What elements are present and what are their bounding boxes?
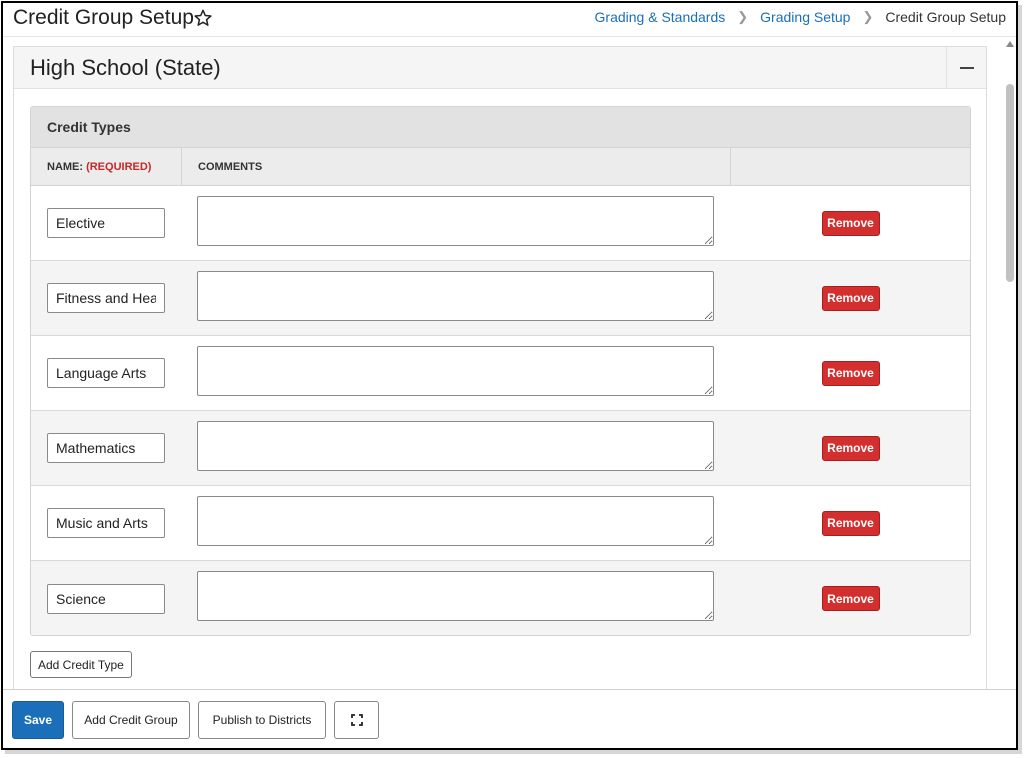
comments-cell — [182, 345, 731, 401]
credit-type-comments-input[interactable] — [197, 420, 714, 471]
chevron-right-icon: ❯ — [862, 9, 874, 24]
name-cell — [31, 283, 182, 313]
table-row: Remove — [31, 411, 970, 486]
remove-button[interactable]: Remove — [821, 360, 880, 386]
comments-cell — [182, 571, 731, 626]
page-header: Credit Group Setup Grading & Standards ❯… — [3, 3, 1016, 37]
table-row: Remove — [31, 186, 970, 261]
name-cell — [31, 508, 182, 538]
credit-type-comments-input[interactable] — [197, 195, 714, 246]
action-cell: Remove — [731, 586, 970, 611]
required-label: (REQUIRED) — [86, 160, 152, 173]
scroll-up-arrow-icon[interactable] — [1006, 41, 1014, 47]
action-bar: Save Add Credit Group Publish to Distric… — [3, 689, 1016, 748]
app-window: Credit Group Setup Grading & Standards ❯… — [1, 1, 1018, 750]
action-cell: Remove — [731, 435, 970, 461]
action-cell: Remove — [731, 360, 970, 386]
expand-icon — [350, 714, 363, 726]
page-title: Credit Group Setup — [13, 6, 194, 29]
table-row: Remove — [31, 486, 970, 561]
remove-button[interactable]: Remove — [821, 586, 880, 611]
name-cell — [31, 358, 182, 388]
panel-title: High School (State) — [30, 55, 221, 80]
vertical-scrollbar[interactable] — [1004, 38, 1016, 689]
add-credit-type-button[interactable]: Add Credit Type — [30, 651, 132, 678]
save-button[interactable]: Save — [12, 701, 64, 739]
minus-icon — [959, 67, 974, 69]
column-headers: NAME: (REQUIRED) COMMENTS — [31, 148, 970, 186]
comments-cell — [182, 270, 731, 326]
fullscreen-button[interactable] — [334, 701, 379, 739]
name-cell — [31, 583, 182, 614]
column-header-name: NAME: (REQUIRED) — [31, 148, 182, 185]
credit-types-heading: Credit Types — [31, 107, 970, 148]
credit-type-name-input[interactable] — [47, 358, 165, 388]
credit-type-comments-input[interactable] — [197, 495, 714, 546]
remove-button[interactable]: Remove — [821, 285, 880, 311]
comments-cell — [182, 420, 731, 476]
comments-cell — [182, 495, 731, 551]
credit-type-name-input[interactable] — [47, 508, 165, 538]
breadcrumb-grading-standards[interactable]: Grading & Standards — [595, 9, 726, 25]
table-row: Remove — [31, 336, 970, 411]
collapse-button[interactable] — [946, 47, 986, 89]
column-header-actions — [731, 148, 970, 185]
scrollbar-thumb[interactable] — [1006, 84, 1014, 282]
action-cell: Remove — [731, 510, 970, 536]
breadcrumb: Grading & Standards ❯ Grading Setup ❯ Cr… — [595, 9, 1006, 25]
action-cell: Remove — [731, 285, 970, 311]
remove-button[interactable]: Remove — [821, 510, 880, 536]
credit-types-table: Credit Types NAME: (REQUIRED) COMMENTS R… — [30, 106, 971, 636]
name-cell — [31, 208, 182, 238]
credit-type-name-input[interactable] — [47, 208, 165, 238]
table-row: Remove — [31, 561, 970, 635]
column-header-comments: COMMENTS — [182, 148, 731, 185]
credit-type-name-input[interactable] — [47, 283, 165, 313]
credit-group-panel: High School (State) Credit Types NAME: (… — [13, 46, 987, 706]
credit-type-comments-input[interactable] — [197, 345, 714, 396]
favorite-star-icon[interactable] — [193, 8, 213, 28]
table-row: Remove — [31, 261, 970, 336]
credit-type-name-input[interactable] — [47, 583, 165, 614]
remove-button[interactable]: Remove — [821, 435, 880, 461]
chevron-right-icon: ❯ — [737, 9, 749, 24]
publish-to-districts-button[interactable]: Publish to Districts — [198, 701, 326, 739]
action-cell: Remove — [731, 210, 970, 236]
breadcrumb-current: Credit Group Setup — [885, 9, 1006, 25]
name-cell — [31, 433, 182, 463]
credit-type-rows: Remove Remove Remove Remove Remove Remove — [31, 186, 970, 635]
breadcrumb-grading-setup[interactable]: Grading Setup — [760, 9, 850, 25]
remove-button[interactable]: Remove — [821, 210, 880, 236]
panel-header: High School (State) — [14, 47, 986, 89]
credit-type-comments-input[interactable] — [197, 270, 714, 321]
comments-cell — [182, 195, 731, 251]
credit-type-comments-input[interactable] — [197, 571, 714, 621]
add-credit-group-button[interactable]: Add Credit Group — [72, 701, 190, 739]
name-header-label: NAME: — [47, 160, 84, 173]
credit-type-name-input[interactable] — [47, 433, 165, 463]
